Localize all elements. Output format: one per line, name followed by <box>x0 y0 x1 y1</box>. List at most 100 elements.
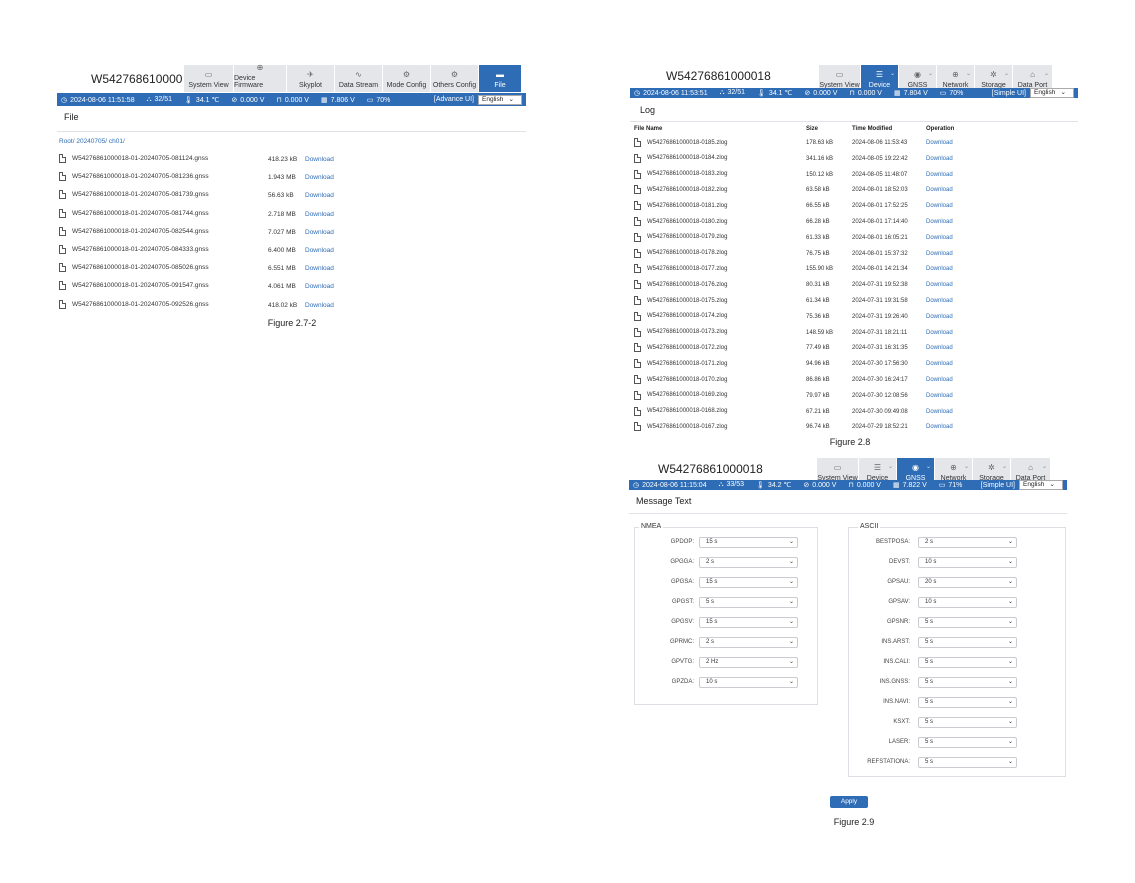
status-right: [Simple UI] English ⌄ <box>992 88 1074 98</box>
tab-file[interactable]: ▬ File <box>478 65 521 92</box>
ascii-rate-select[interactable]: 5 s ⌄ <box>918 677 1017 688</box>
nmea-rate-select[interactable]: 15 s ⌄ <box>699 577 798 588</box>
ui-mode-switch[interactable]: [Simple UI] <box>992 90 1026 97</box>
download-link[interactable]: Download <box>305 156 334 163</box>
tab-others-config[interactable]: ⚙ Others Config <box>430 65 478 92</box>
download-link[interactable]: Download <box>926 298 953 304</box>
status-battery: ▭ 71% <box>939 481 963 489</box>
voltage-icon: ⊘ <box>803 482 810 489</box>
download-link[interactable]: Download <box>926 187 953 193</box>
status-value: 0.000 V <box>856 482 881 489</box>
device-serial: W54276861000018 <box>658 462 763 476</box>
file-icon <box>634 359 641 369</box>
ascii-rate-select[interactable]: 10 s ⌄ <box>918 597 1017 608</box>
time-modified: 2024-08-01 14:21:34 <box>852 266 908 273</box>
download-link[interactable]: Download <box>926 393 953 399</box>
file-size: 63.58 kB <box>806 187 830 194</box>
tab-label: Device Firmware <box>234 75 264 89</box>
apply-button[interactable]: Apply <box>830 796 868 808</box>
file-size: 61.33 kB <box>806 234 830 241</box>
download-link[interactable]: Download <box>926 345 953 351</box>
status-value: 0.000 V <box>812 482 837 489</box>
file-size: 94.96 kB <box>806 361 830 368</box>
ascii-rate-select[interactable]: 5 s ⌄ <box>918 697 1017 708</box>
file-name: W54276861000018-0167.zlog <box>647 423 728 430</box>
download-link[interactable]: Download <box>305 174 334 181</box>
download-link[interactable]: Download <box>926 330 953 336</box>
download-link[interactable]: Download <box>305 265 334 272</box>
file-icon <box>634 311 641 321</box>
nmea-rate-select[interactable]: 2 s ⌄ <box>699 557 798 568</box>
download-link[interactable]: Download <box>926 282 953 288</box>
tab-mode-config[interactable]: ⚙ Mode Config <box>382 65 430 92</box>
download-link[interactable]: Download <box>926 140 953 146</box>
ui-mode-switch[interactable]: [Advance UI] <box>434 96 474 103</box>
status-v3: ▦ 7.806 V <box>321 96 355 104</box>
table-row: W54276861000018-0178.zlog <box>634 248 727 258</box>
download-link[interactable]: Download <box>926 266 953 272</box>
download-link[interactable]: Download <box>305 302 334 309</box>
download-link[interactable]: Download <box>926 409 953 415</box>
download-link[interactable]: Download <box>926 219 953 225</box>
download-link[interactable]: Download <box>926 424 953 430</box>
nmea-rate-select[interactable]: 2 Hz ⌄ <box>699 657 798 668</box>
time-modified: 2024-08-05 11:48:07 <box>852 171 908 178</box>
status-datetime: ◷ 2024-08-06 11:51:58 <box>61 96 135 104</box>
ascii-rate-select[interactable]: 5 s ⌄ <box>918 737 1017 748</box>
language-select[interactable]: English ⌄ <box>1030 88 1074 98</box>
ascii-rate-select[interactable]: 5 s ⌄ <box>918 757 1017 768</box>
download-link[interactable]: Download <box>926 203 953 209</box>
download-link[interactable]: Download <box>926 377 953 383</box>
chevron-down-icon: ⌄ <box>1043 71 1049 77</box>
ascii-rate-select[interactable]: 20 s ⌄ <box>918 577 1017 588</box>
download-link[interactable]: Download <box>926 235 953 241</box>
nmea-rate-select[interactable]: 15 s ⌄ <box>699 537 798 548</box>
download-link[interactable]: Download <box>926 156 953 162</box>
download-link[interactable]: Download <box>926 361 953 367</box>
download-link[interactable]: Download <box>926 314 953 320</box>
ascii-rate-select[interactable]: 5 s ⌄ <box>918 637 1017 648</box>
select-value: 5 s <box>925 619 934 625</box>
ascii-rate-select[interactable]: 2 s ⌄ <box>918 537 1017 548</box>
tab-data-stream[interactable]: ∿ Data Stream <box>334 65 382 92</box>
language-select[interactable]: English ⌄ <box>478 94 522 105</box>
tab-skyplot[interactable]: ✈ Skyplot <box>286 65 334 92</box>
download-link[interactable]: Download <box>305 229 334 236</box>
file-icon <box>59 172 66 182</box>
status-v2: ⊓ 0.000 V <box>848 481 881 489</box>
status-value: 7.822 V <box>902 482 927 489</box>
ascii-rate-select[interactable]: 5 s ⌄ <box>918 617 1017 628</box>
ascii-rate-select[interactable]: 5 s ⌄ <box>918 657 1017 668</box>
ascii-rate-select[interactable]: 10 s ⌄ <box>918 557 1017 568</box>
col-header-time: Time Modified <box>852 126 893 132</box>
ui-mode-switch[interactable]: [Simple UI] <box>981 482 1015 489</box>
download-link[interactable]: Download <box>926 251 953 257</box>
nmea-rate-select[interactable]: 2 s ⌄ <box>699 637 798 648</box>
select-value: 15 s <box>706 579 718 585</box>
download-link[interactable]: Download <box>926 172 953 178</box>
download-link[interactable]: Download <box>305 211 334 218</box>
select-value: 5 s <box>925 719 934 725</box>
chevron-down-icon: ⌄ <box>1007 619 1013 625</box>
tab-system-view[interactable]: ▭ System View <box>183 65 233 92</box>
file-icon <box>59 190 66 200</box>
chevron-down-icon: ⌄ <box>1007 639 1013 645</box>
language-select[interactable]: English ⌄ <box>1019 480 1063 490</box>
download-link[interactable]: Download <box>305 247 334 254</box>
nmea-rate-select[interactable]: 10 s ⌄ <box>699 677 798 688</box>
breadcrumb[interactable]: Root/ 20240705/ ch01/ <box>59 138 125 145</box>
chevron-down-icon: ⌄ <box>1007 719 1013 725</box>
table-row: W54276861000018-0173.zlog <box>634 327 727 337</box>
status-value: 0.000 V <box>857 90 882 97</box>
file-name: W54276861000018-0179.zlog <box>647 234 728 241</box>
nmea-rate-select[interactable]: 5 s ⌄ <box>699 597 798 608</box>
ascii-rate-select[interactable]: 5 s ⌄ <box>918 717 1017 728</box>
file-icon <box>634 248 641 258</box>
voltage-icon: ⊘ <box>804 90 811 97</box>
download-link[interactable]: Download <box>305 192 334 199</box>
nmea-rate-select[interactable]: 15 s ⌄ <box>699 617 798 628</box>
time-modified: 2024-07-31 19:26:40 <box>852 313 908 320</box>
table-row: W54276861000018-0171.zlog <box>634 359 727 369</box>
tab-device-firmware[interactable]: ⊕ Device Firmware <box>233 63 286 92</box>
download-link[interactable]: Download <box>305 283 334 290</box>
